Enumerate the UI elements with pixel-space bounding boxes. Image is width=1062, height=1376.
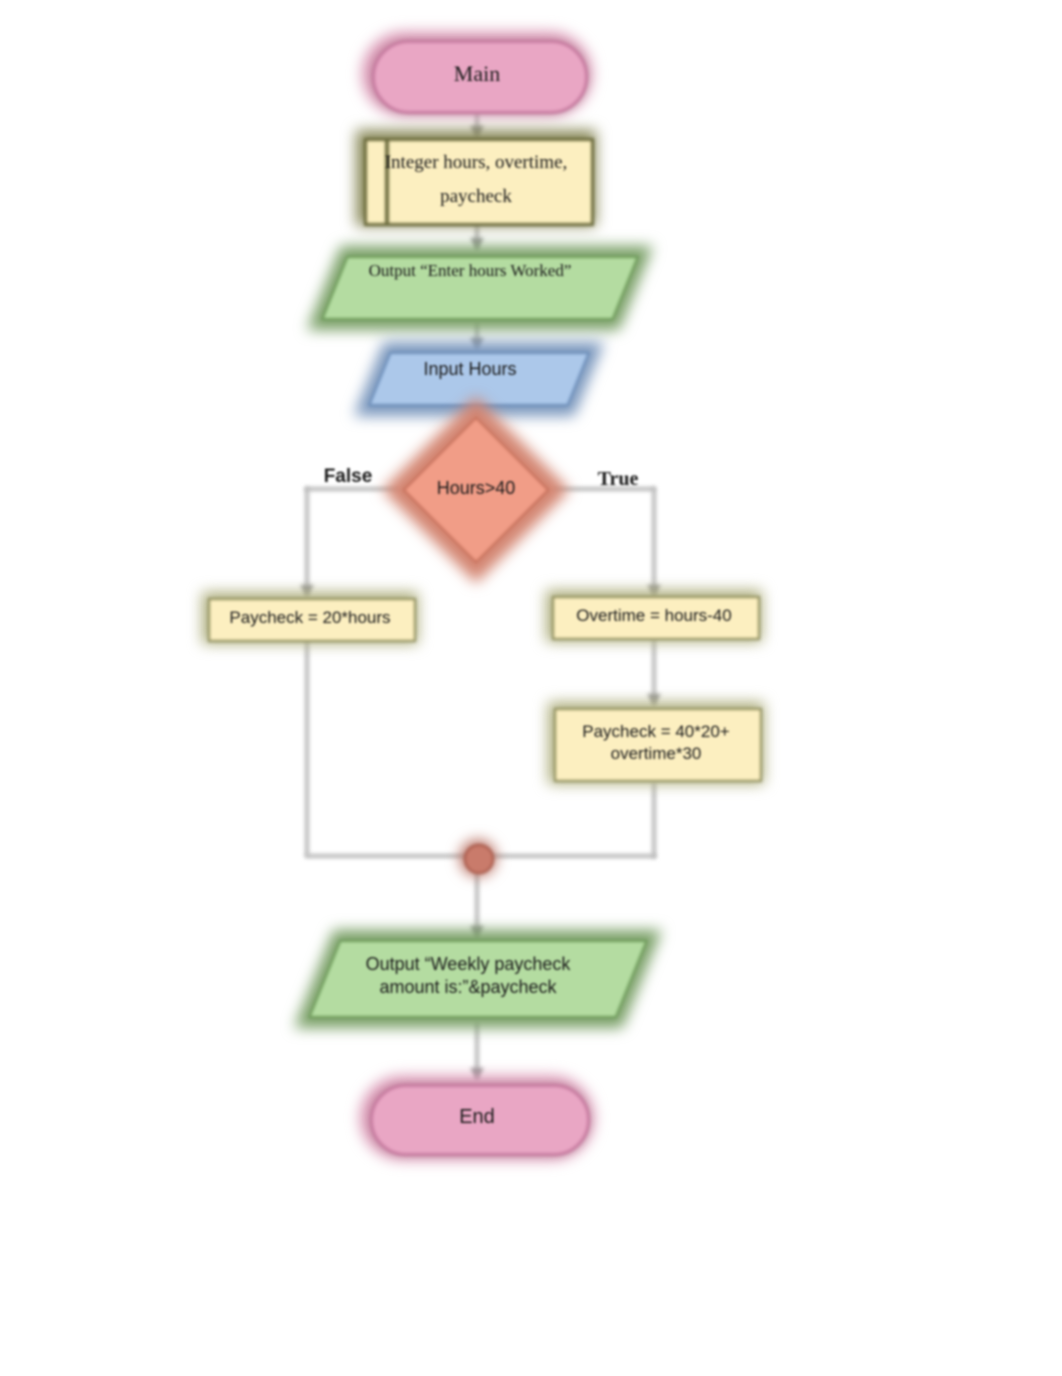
terminator-end-label: End (370, 1084, 584, 1150)
branch-label-true: True (578, 464, 658, 494)
branch-label-false: False (308, 462, 388, 492)
process-paycheck-simple-label: Paycheck = 20*hours (208, 598, 412, 638)
process-overtime-label: Overtime = hours-40 (552, 596, 756, 636)
output-result-label: Output “Weekly paycheck amount is:”&payc… (338, 946, 598, 1006)
terminator-start-label: Main (372, 40, 582, 108)
declaration-label: Integer hours, overtime, paycheck (370, 140, 582, 220)
decision-label: Hours>40 (398, 470, 554, 506)
input-hours-label: Input Hours (375, 348, 565, 390)
merge-node (464, 844, 494, 874)
flowchart-canvas: Main Integer hours, overtime, paycheck O… (0, 0, 1062, 1376)
output-prompt-label: Output “Enter hours Worked” (330, 250, 610, 292)
process-paycheck-overtime-label: Paycheck = 40*20+ overtime*30 (560, 710, 752, 776)
